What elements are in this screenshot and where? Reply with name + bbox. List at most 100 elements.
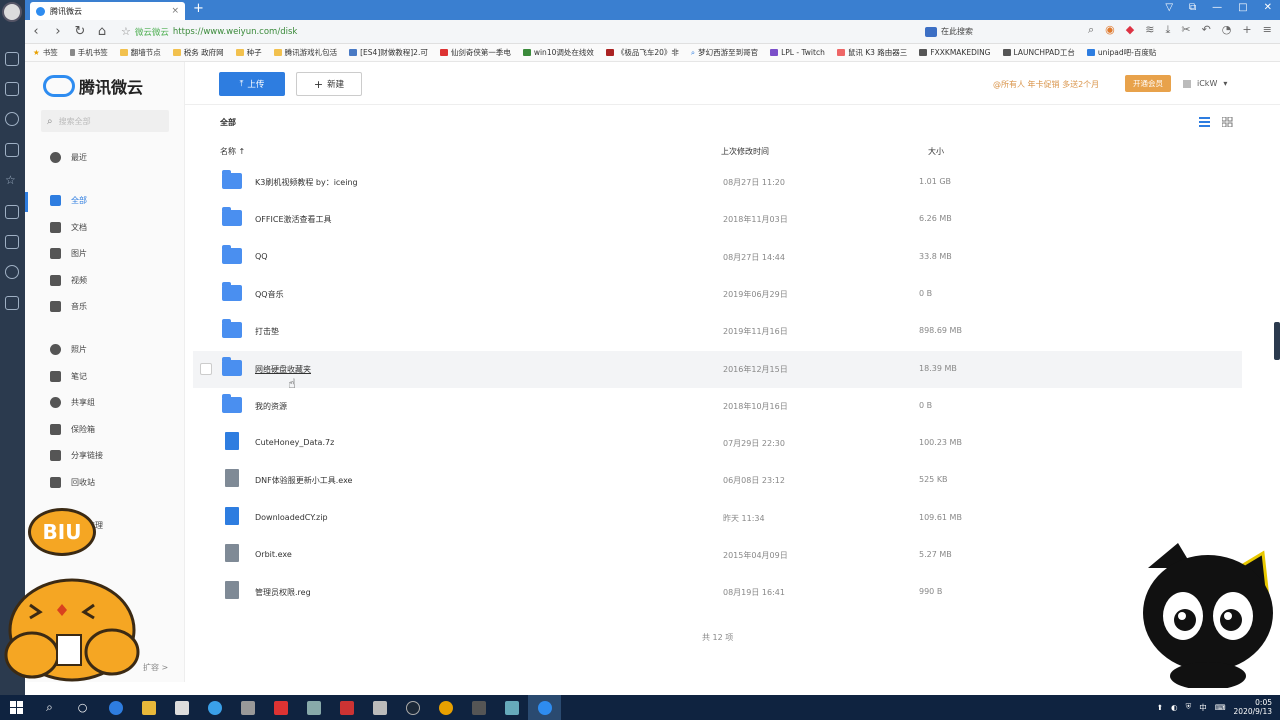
table-row[interactable]: K3刷机视频教程 by：iceing 08月27日 11:20 1.01 GB — [193, 164, 1242, 201]
bookmark-item[interactable]: win10调处在线效 — [522, 47, 594, 58]
download-icon[interactable]: ⤓ — [1165, 23, 1170, 37]
app-icon[interactable] — [198, 695, 231, 720]
table-row[interactable]: QQ 08月27日 14:44 33.8 MB — [193, 239, 1242, 276]
sidebar-item-share-links[interactable]: 分享链接 — [25, 445, 185, 465]
table-row[interactable]: OFFICE激活查看工具 2018年11月03日 6.26 MB — [193, 201, 1242, 238]
file-name[interactable]: QQ音乐 — [255, 289, 284, 300]
url-field[interactable]: ☆ 微云微云 https://www.weiyun.com/disk — [121, 25, 297, 38]
restore-icon[interactable]: ⧉ — [1189, 2, 1196, 13]
magnifier-icon[interactable]: ⌕ — [1088, 23, 1094, 37]
video-icon[interactable] — [5, 205, 19, 219]
file-name[interactable]: CuteHoney_Data.7z — [255, 438, 334, 447]
clock[interactable]: 0:05 2020/9/13 — [1234, 698, 1272, 716]
bookmark-item[interactable]: FXXKMAKEDING — [919, 48, 991, 57]
taskbar-search-icon[interactable]: ⌕ — [33, 695, 66, 720]
new-tab-button[interactable]: + — [193, 2, 204, 16]
mail-icon[interactable] — [5, 52, 19, 66]
file-name[interactable]: 管理员权限.reg — [255, 587, 311, 598]
back-icon[interactable]: ‹ — [25, 24, 47, 39]
start-button[interactable] — [0, 695, 33, 720]
user-menu[interactable]: iCkW ▾ — [1183, 79, 1227, 88]
tab-close-icon[interactable]: × — [171, 6, 179, 16]
file-name[interactable]: OFFICE激活查看工具 — [255, 214, 332, 225]
app-icon[interactable] — [297, 695, 330, 720]
sidebar-item-all[interactable]: 全部 — [25, 190, 185, 210]
refresh-icon[interactable]: ↻ — [69, 24, 91, 39]
file-name[interactable]: K3刷机视频教程 by：iceing — [255, 177, 358, 188]
gamepad-icon[interactable]: ◉ — [1105, 23, 1115, 37]
table-row[interactable]: DownloadedCY.zip 昨天 11:34 109.61 MB — [193, 500, 1242, 537]
bookmark-item[interactable]: 腾讯游戏礼包活 — [273, 47, 337, 58]
expand-storage-link[interactable]: 扩容 > — [143, 662, 168, 673]
volume-icon[interactable]: ◐ — [1171, 703, 1178, 712]
file-name[interactable]: 我的资源 — [255, 401, 287, 412]
notepad-icon[interactable] — [363, 695, 396, 720]
app-icon[interactable] — [495, 695, 528, 720]
wifi-icon[interactable]: ≋ — [1145, 23, 1154, 37]
col-name[interactable]: 名称 ↑ — [220, 146, 245, 157]
sidebar-item-recent[interactable]: 最近 — [25, 147, 185, 167]
sidebar-item-notes[interactable]: 笔记 — [25, 366, 185, 386]
bookmark-item[interactable]: ⌕ 梦幻西游至到哥官 — [691, 47, 758, 58]
keyboard-icon[interactable]: ⌨ — [1215, 703, 1226, 712]
new-button[interactable]: + 新建 — [296, 72, 362, 96]
minimize-icon[interactable]: — — [1212, 2, 1222, 13]
app-64-icon[interactable] — [330, 695, 363, 720]
page-scroll-tab[interactable] — [1274, 322, 1280, 360]
apps-icon[interactable] — [5, 296, 19, 310]
bookmark-item[interactable]: ★ 书签 — [33, 47, 58, 58]
store-icon[interactable] — [165, 695, 198, 720]
app-icon[interactable] — [462, 695, 495, 720]
undo-icon[interactable]: ↶ — [1202, 23, 1211, 37]
bookmark-item[interactable]: 税务 政府网 — [172, 47, 224, 58]
table-row[interactable]: QQ音乐 2019年06月29日 0 B — [193, 276, 1242, 313]
sidebar-item-trash[interactable]: 回收站 — [25, 472, 185, 492]
grid-view-icon[interactable] — [1222, 117, 1233, 127]
bookmark-item[interactable]: LAUNCHPAD工台 — [1002, 47, 1075, 58]
explorer-icon[interactable] — [132, 695, 165, 720]
bookmark-item[interactable]: LPL - Twitch — [770, 48, 825, 57]
sidebar-item-music[interactable]: 音乐 — [25, 296, 185, 316]
chat-icon[interactable] — [5, 265, 19, 279]
shield-icon[interactable]: ⛨ — [1186, 702, 1192, 712]
sidebar-search-input[interactable]: ⌕ 搜索全部 — [41, 110, 169, 132]
file-name[interactable]: 打击垫 — [255, 326, 279, 337]
qq-browser-icon[interactable] — [528, 695, 561, 720]
table-row[interactable]: 网络硬盘收藏夹 2016年12月15日 18.39 MB — [193, 350, 1242, 388]
bookmark-item[interactable]: 鼠讯 K3 路由器三 — [836, 47, 907, 58]
terminal-icon[interactable] — [231, 695, 264, 720]
book-icon[interactable] — [5, 143, 19, 157]
file-name[interactable]: DNF体验服更新小工具.exe — [255, 475, 352, 486]
bookmark-item[interactable]: 翻墙节点 — [119, 47, 161, 58]
cart-icon[interactable] — [5, 82, 19, 96]
history-icon[interactable]: ◔ — [1222, 23, 1232, 37]
bookmark-item[interactable]: 种子 — [235, 47, 262, 58]
sidebar-item-safe[interactable]: 保险箱 — [25, 419, 185, 439]
sidebar-item-docs[interactable]: 文档 — [25, 217, 185, 237]
upload-button[interactable]: ⤒ 上传 — [219, 72, 285, 96]
file-name[interactable]: QQ — [255, 252, 268, 261]
browser-search[interactable]: 在此搜索 — [925, 23, 1085, 40]
table-row[interactable]: 我的资源 2018年10月16日 0 B — [193, 388, 1242, 425]
bookmark-star-icon[interactable]: ☆ — [121, 25, 131, 38]
edge-icon[interactable] — [99, 695, 132, 720]
scissors-icon[interactable]: ✂ — [1181, 23, 1190, 37]
table-row[interactable]: CuteHoney_Data.7z 07月29日 22:30 100.23 MB — [193, 425, 1242, 462]
avatar[interactable] — [2, 2, 22, 22]
sidebar-item-photos[interactable]: 照片 — [25, 339, 185, 359]
table-row[interactable]: 打击垫 2019年11月16日 898.69 MB — [193, 313, 1242, 350]
weiyun-logo[interactable]: 腾讯微云 — [43, 74, 143, 98]
sidebar-item-shared-group[interactable]: 共享组 — [25, 392, 185, 412]
browser-search-input[interactable]: 在此搜索 — [941, 26, 973, 37]
promo-banner[interactable]: @所有人 年卡促销 多送2个月 — [993, 79, 1099, 90]
col-modified[interactable]: 上次修改时间 — [721, 146, 769, 157]
table-row[interactable]: Orbit.exe 2015年04月09日 5.27 MB — [193, 537, 1242, 574]
sidebar-item-videos[interactable]: 视频 — [25, 270, 185, 290]
maximize-icon[interactable]: □ — [1238, 2, 1247, 13]
close-icon[interactable]: ✕ — [1264, 2, 1272, 13]
search-icon[interactable] — [5, 112, 19, 126]
star-icon[interactable]: ☆ — [5, 173, 19, 187]
url-text[interactable]: https://www.weiyun.com/disk — [173, 27, 297, 37]
list-view-icon[interactable] — [1199, 117, 1210, 127]
menu-icon[interactable]: ≡ — [1263, 23, 1272, 37]
